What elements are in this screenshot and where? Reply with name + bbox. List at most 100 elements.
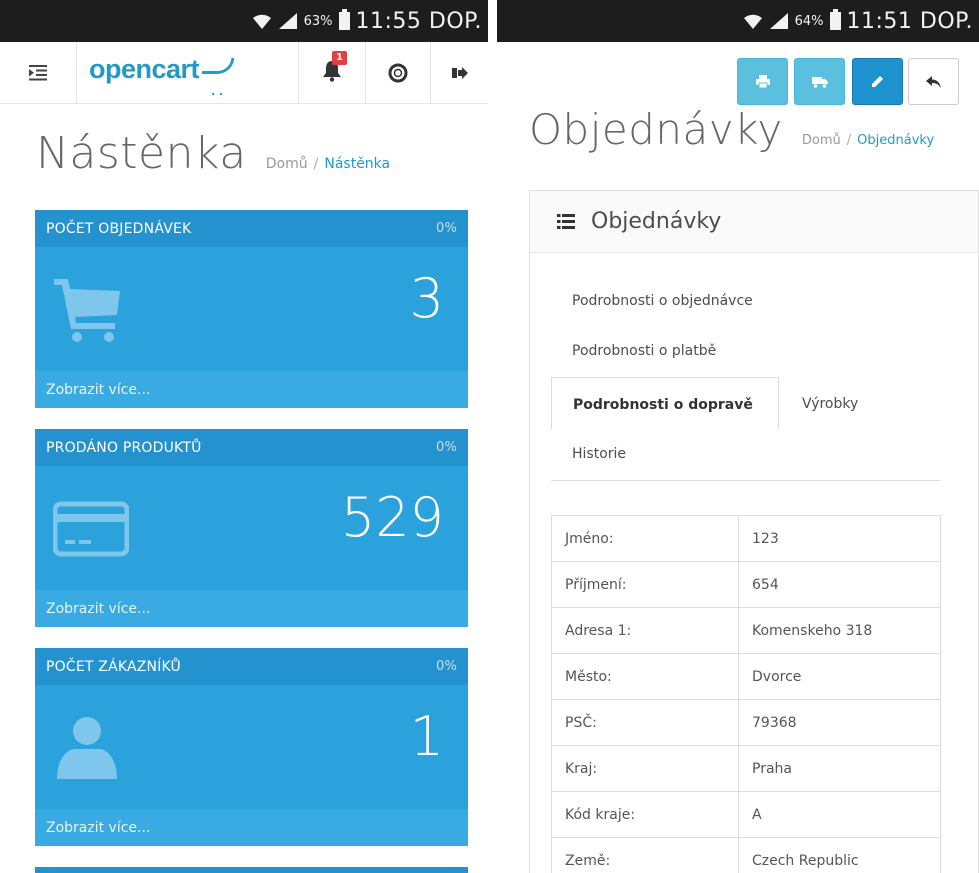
help-button[interactable]: [366, 42, 431, 103]
order-panel: Objednávky Podrobnosti o objednávce Podr…: [529, 190, 979, 873]
page-header: Objednávky Domů / Objednávky: [529, 105, 934, 154]
tile-value: 529: [340, 486, 444, 549]
sign-out-icon: [451, 66, 468, 79]
wifi-icon: [743, 14, 762, 29]
menu-toggle-button[interactable]: [0, 42, 77, 103]
battery-icon: [338, 9, 350, 30]
clock: 11:51 DOP.: [846, 8, 973, 34]
menu-indent-icon: [29, 64, 47, 80]
tab-order-details[interactable]: Podrobnosti o objednávce: [572, 293, 753, 309]
field-label: Kraj:: [551, 745, 739, 792]
panel-title: Objednávky: [591, 209, 722, 234]
logout-button[interactable]: [431, 42, 488, 103]
tile-title: POČET OBJEDNÁVEK: [46, 220, 192, 237]
print-shipping-button[interactable]: [794, 58, 845, 105]
page-title: Objednávky: [529, 105, 783, 154]
field-value: 654: [738, 561, 941, 608]
order-detail-screen: 64% 11:51 DOP. Objednávky Domů / Objednávk…: [497, 0, 979, 873]
field-label: Adresa 1:: [551, 607, 739, 654]
signal-icon: [769, 13, 788, 29]
tab-products[interactable]: Výrobky: [802, 396, 858, 412]
tab-payment-details[interactable]: Podrobnosti o platbě: [572, 343, 716, 359]
field-value: 123: [738, 515, 941, 562]
print-icon: [755, 75, 770, 88]
print-invoice-button[interactable]: [737, 58, 788, 105]
dashboard-screen: 63% 11:55 DOP. opencart.. 1 Nástěnka Dom…: [0, 0, 488, 873]
next-tile: [35, 867, 468, 873]
reply-icon: [926, 75, 941, 88]
app-header: opencart.. 1: [0, 42, 488, 104]
user-icon: [57, 717, 117, 779]
tile-percent: 0%: [435, 221, 457, 236]
panel-heading: Objednávky: [530, 191, 978, 253]
status-bar: 64% 11:51 DOP.: [497, 0, 979, 42]
tile-value: 3: [409, 267, 444, 330]
table-row: Jméno: 123: [551, 515, 941, 562]
field-label: Jméno:: [551, 515, 739, 562]
battery-icon: [829, 9, 841, 30]
tile-header: POČET OBJEDNÁVEK 0%: [35, 210, 468, 247]
breadcrumb: Domů / Nástěnka: [265, 156, 391, 172]
breadcrumb-current[interactable]: Objednávky: [857, 133, 934, 148]
table-row: Adresa 1: Komenskeho 318: [551, 607, 941, 654]
tile-title: POČET ZÁKAZNÍKŮ: [46, 658, 182, 675]
page-title: Nástěnka: [36, 128, 247, 179]
table-row: Kód kraje: A: [551, 791, 941, 838]
field-label: Země:: [551, 837, 739, 873]
signal-icon: [278, 13, 297, 29]
breadcrumb-current[interactable]: Nástěnka: [324, 156, 390, 172]
clock: 11:55 DOP.: [355, 8, 482, 34]
tile-header: PRODÁNO PRODUKTŮ 0%: [35, 429, 468, 466]
tile-percent: 0%: [435, 440, 457, 455]
wifi-icon: [252, 14, 271, 29]
screen-divider: [488, 0, 497, 873]
pencil-icon: [872, 76, 883, 87]
edit-button[interactable]: [852, 58, 903, 105]
breadcrumb-home[interactable]: Domů: [266, 156, 308, 172]
tile-title: PRODÁNO PRODUKTŮ: [46, 439, 202, 456]
view-more-link[interactable]: Zobrazit více...: [35, 809, 468, 846]
shopping-cart-icon: [54, 279, 120, 342]
field-label: PSČ:: [551, 699, 739, 746]
truck-icon: [811, 76, 828, 88]
field-value: Dvorce: [738, 653, 941, 700]
tabs-divider: [551, 480, 941, 481]
table-row: Příjmení: 654: [551, 561, 941, 608]
tab-history[interactable]: Historie: [572, 446, 626, 462]
field-label: Příjmení:: [551, 561, 739, 608]
battery-percent: 64%: [794, 13, 824, 29]
status-bar: 63% 11:55 DOP.: [0, 0, 488, 42]
list-icon: [557, 214, 575, 229]
opencart-logo[interactable]: opencart..: [89, 54, 235, 98]
view-more-link[interactable]: Zobrazit více...: [35, 371, 468, 408]
field-label: Kód kraje:: [551, 791, 739, 838]
field-value: Praha: [738, 745, 941, 792]
breadcrumb-home[interactable]: Domů: [802, 133, 841, 148]
field-label: Město:: [551, 653, 739, 700]
notification-badge: 1: [332, 50, 347, 65]
table-row: PSČ: 79368: [551, 699, 941, 746]
tile-value: 1: [409, 705, 444, 768]
table-row: Kraj: Praha: [551, 745, 941, 792]
products-sold-tile: PRODÁNO PRODUKTŮ 0% 529 Zobrazit více...: [35, 429, 468, 627]
back-button[interactable]: [908, 58, 959, 105]
tile-header: POČET ZÁKAZNÍKŮ 0%: [35, 648, 468, 685]
field-value: Czech Republic: [738, 837, 941, 873]
tile-percent: 0%: [435, 659, 457, 674]
credit-card-icon: [53, 501, 129, 557]
field-value: Komenskeho 318: [738, 607, 941, 654]
table-row: Město: Dvorce: [551, 653, 941, 700]
tab-shipping-details[interactable]: Podrobnosti o dopravě: [551, 377, 779, 430]
view-more-link[interactable]: Zobrazit více...: [35, 590, 468, 627]
breadcrumb: Domů / Objednávky: [801, 133, 935, 148]
field-value: 79368: [738, 699, 941, 746]
page-header: Nástěnka Domů / Nástěnka: [36, 128, 390, 179]
customers-tile: POČET ZÁKAZNÍKŮ 0% 1 Zobrazit více...: [35, 648, 468, 846]
battery-percent: 63%: [303, 13, 333, 29]
life-ring-icon: [388, 63, 408, 82]
table-row: Země: Czech Republic: [551, 837, 941, 873]
orders-tile: POČET OBJEDNÁVEK 0% 3 Zobrazit více...: [35, 210, 468, 408]
shipping-details-table: Jméno: 123 Příjmení: 654 Adresa 1: Komenske…: [551, 515, 941, 873]
notifications-button[interactable]: 1: [298, 42, 366, 103]
field-value: A: [738, 791, 941, 838]
